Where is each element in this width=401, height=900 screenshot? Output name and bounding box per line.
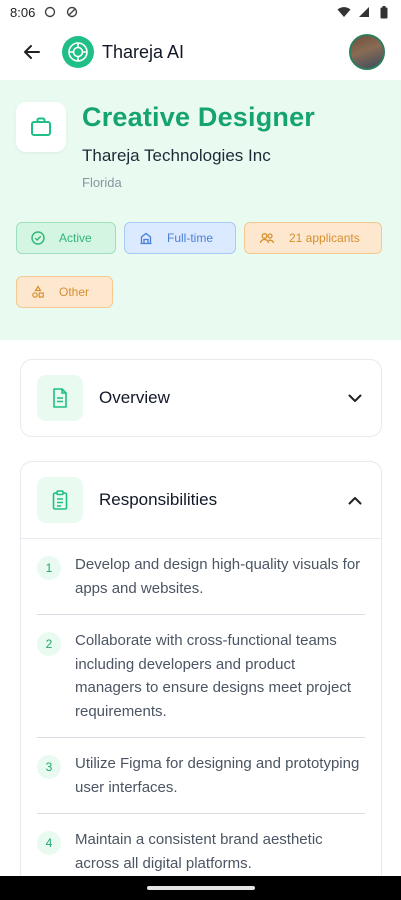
status-bar: 8:06 bbox=[0, 0, 401, 24]
responsibilities-section: Responsibilities 1 Develop and design hi… bbox=[20, 461, 382, 900]
job-title: Creative Designer bbox=[82, 102, 316, 132]
circle-notification-icon bbox=[43, 5, 57, 19]
responsibilities-list: 1 Develop and design high-quality visual… bbox=[21, 539, 381, 890]
overview-section[interactable]: Overview bbox=[20, 359, 382, 437]
item-number: 1 bbox=[37, 556, 61, 580]
app-title: Thareja AI bbox=[102, 41, 185, 62]
clipboard-icon bbox=[37, 477, 83, 523]
item-text: Collaborate with cross-functional teams … bbox=[75, 632, 351, 720]
app-bar: Thareja AI bbox=[0, 24, 401, 80]
blocked-notification-icon bbox=[65, 5, 79, 19]
job-type-label: Full-time bbox=[167, 231, 214, 245]
back-button[interactable] bbox=[16, 36, 48, 68]
job-location: Florida bbox=[82, 175, 122, 190]
signal-icon bbox=[357, 5, 371, 19]
arrow-back-icon bbox=[24, 45, 40, 59]
job-header: Creative Designer Thareja Technologies I… bbox=[0, 80, 401, 340]
item-text: Maintain a consistent brand aesthetic ac… bbox=[75, 831, 323, 872]
check-circle-icon bbox=[31, 231, 45, 245]
list-item: 1 Develop and design high-quality visual… bbox=[37, 539, 365, 615]
company-name: Thareja Technologies Inc bbox=[82, 146, 271, 165]
app-logo bbox=[62, 36, 94, 68]
applicants-badge: 21 applicants bbox=[244, 222, 382, 254]
system-nav-bar bbox=[0, 876, 401, 900]
chevron-down-icon[interactable] bbox=[345, 388, 365, 408]
briefcase-icon bbox=[16, 102, 66, 152]
list-item: 3 Utilize Figma for designing and protot… bbox=[37, 738, 365, 814]
category-badge: Other bbox=[16, 276, 113, 308]
shapes-icon bbox=[32, 285, 44, 298]
responsibilities-header[interactable]: Responsibilities bbox=[21, 462, 381, 538]
status-time: 8:06 bbox=[10, 4, 36, 20]
wifi-icon bbox=[337, 5, 351, 19]
status-label: Active bbox=[59, 231, 92, 245]
building-icon bbox=[140, 232, 152, 245]
battery-icon bbox=[377, 5, 391, 19]
job-type-badge: Full-time bbox=[124, 222, 236, 254]
status-badge: Active bbox=[16, 222, 116, 254]
document-icon bbox=[37, 375, 83, 421]
item-text: Develop and design high-quality visuals … bbox=[75, 556, 361, 597]
responsibilities-title: Responsibilities bbox=[99, 490, 218, 509]
chevron-up-icon[interactable] bbox=[345, 490, 365, 510]
users-icon bbox=[259, 233, 275, 244]
user-avatar[interactable] bbox=[349, 34, 385, 70]
item-number: 4 bbox=[37, 831, 61, 855]
list-item: 2 Collaborate with cross-functional team… bbox=[37, 615, 365, 738]
item-number: 3 bbox=[37, 755, 61, 779]
item-number: 2 bbox=[37, 632, 61, 656]
category-label: Other bbox=[59, 285, 90, 299]
overview-title: Overview bbox=[99, 388, 170, 407]
item-text: Utilize Figma for designing and prototyp… bbox=[75, 755, 360, 796]
home-indicator[interactable] bbox=[146, 886, 255, 890]
applicants-label: 21 applicants bbox=[289, 231, 360, 245]
